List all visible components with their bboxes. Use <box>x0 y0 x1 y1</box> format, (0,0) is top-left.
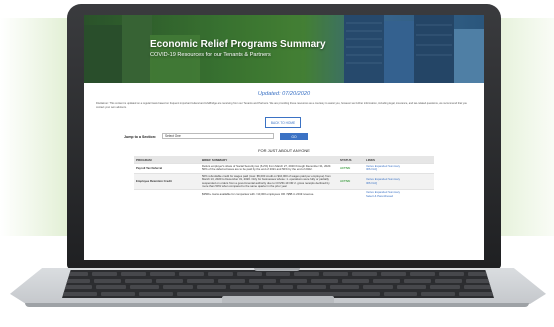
program-name: Employee Retention Credit <box>134 172 200 190</box>
program-summary: Defers employer's share of Social Securi… <box>200 163 338 174</box>
table-row: $350b+ loans available for companies wit… <box>134 189 434 200</box>
laptop-keyboard <box>62 270 494 298</box>
irs-faq-link[interactable]: IRS FAQ <box>366 181 432 185</box>
section-select[interactable]: Select One <box>162 133 274 139</box>
hero-subtitle: COVID-19 Resources for our Tenants & Par… <box>150 52 271 58</box>
status-badge: ACTIVE <box>338 163 364 174</box>
program-name: Payroll Tax Deferral <box>134 163 200 174</box>
table-header-row: PROGRAM BRIEF SUMMARY STATUS LINKS <box>134 156 434 164</box>
section-heading: FOR JUST ABOUT ANYONE <box>258 148 310 153</box>
header-status: STATUS <box>338 156 364 164</box>
status-badge: ACTIVE <box>338 172 364 190</box>
links-cell: Vertex Expanded Summary Select & Parenth… <box>364 189 434 200</box>
program-summary: 50% refundable credit for wages paid (ma… <box>200 172 338 190</box>
laptop-hinge-notch <box>254 268 300 271</box>
section-select-value: Select One <box>165 134 181 138</box>
header-program: PROGRAM <box>134 156 200 164</box>
laptop-base-edge <box>25 303 529 307</box>
header-summary: BRIEF SUMMARY <box>200 156 338 164</box>
back-to-home-button[interactable]: BACK TO HOME <box>265 117 301 128</box>
irs-faq-link[interactable]: IRS FAQ <box>366 167 432 171</box>
program-summary: $350b+ loans available for companies wit… <box>200 189 338 200</box>
links-cell: Vertex Expanded Summary IRS FAQ <box>364 163 434 174</box>
page-content: Updated: 07/20/2020 Disclaimer: This con… <box>84 83 484 260</box>
table-row: Employee Retention Credit 50% refundable… <box>134 172 434 190</box>
secondary-link[interactable]: Select & Parenthesed <box>366 194 432 198</box>
table-row: Payroll Tax Deferral Defers employer's s… <box>134 163 434 174</box>
program-name <box>134 189 200 200</box>
go-button[interactable]: GO <box>280 133 308 140</box>
laptop-screen: Economic Relief Programs Summary COVID-1… <box>84 15 484 260</box>
links-cell: Vertex Expanded Summary IRS FAQ <box>364 172 434 190</box>
header-links: LINKS <box>364 156 434 164</box>
jump-to-section-label: Jump to a Section: <box>124 135 157 139</box>
programs-table: PROGRAM BRIEF SUMMARY STATUS LINKS Payro… <box>134 156 434 200</box>
status-badge <box>338 189 364 200</box>
disclaimer-text: Disclaimer: This content is updated on a… <box>96 102 467 109</box>
hero-banner: Economic Relief Programs Summary COVID-1… <box>84 15 484 83</box>
updated-date: Updated: 07/20/2020 <box>257 91 311 97</box>
hero-title: Economic Relief Programs Summary <box>150 39 326 50</box>
